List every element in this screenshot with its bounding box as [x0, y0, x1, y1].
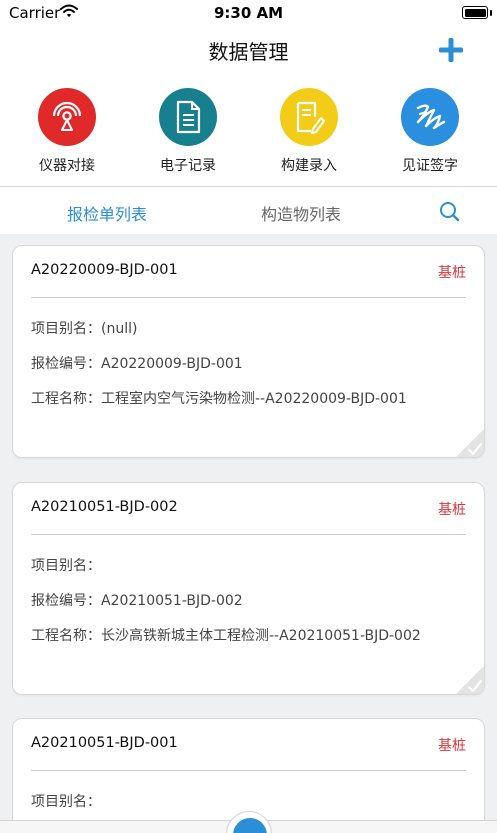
number-label: 报检编号：	[31, 593, 101, 609]
checked-corner-icon	[456, 666, 484, 694]
shortcut-label: 见证签字	[402, 158, 458, 174]
status-bar: Carrier 9:30 AM	[0, 0, 497, 26]
shortcut-label: 构建录入	[281, 158, 337, 174]
top-panel: Carrier 9:30 AM 数据管理 仪器对接 电子记录 构建录入 见证签字	[0, 0, 497, 186]
card-code: A20210051-BJD-001	[31, 735, 178, 751]
number-label: 报检编号：	[31, 356, 101, 372]
project-row: 工程名称：工程室内空气污染物检测--A20220009-BJD-001	[31, 388, 407, 408]
status-badge: 基桩	[438, 738, 466, 754]
project-label: 工程名称：	[31, 391, 101, 407]
plus-icon	[439, 38, 463, 62]
shortcut-label: 仪器对接	[39, 158, 95, 174]
inspection-card[interactable]: A20220009-BJD-001 基桩 项目别名：(null) 报检编号：A2…	[12, 245, 485, 458]
card-code: A20210051-BJD-002	[31, 499, 178, 515]
shortcut-build-entry[interactable]: 构建录入	[264, 88, 354, 178]
alias-label: 项目别名：	[31, 558, 101, 574]
card-divider	[31, 297, 466, 298]
add-button[interactable]	[435, 34, 467, 66]
clock: 9:30 AM	[213, 4, 284, 22]
project-value: 长沙高铁新城主体工程检测--A20210051-BJD-002	[101, 628, 421, 644]
status-badge: 基桩	[438, 265, 466, 281]
shortcut-instrument[interactable]: 仪器对接	[22, 88, 112, 178]
battery-tip	[490, 10, 492, 16]
alias-row: 项目别名：(null)	[31, 318, 137, 338]
alias-row: 项目别名：	[31, 555, 101, 575]
shortcut-e-record[interactable]: 电子记录	[143, 88, 233, 178]
card-divider	[31, 534, 466, 535]
tab-inspection-list[interactable]: 报检单列表	[67, 201, 147, 225]
tab-structure-list[interactable]: 构造物列表	[261, 201, 341, 225]
number-value: A20210051-BJD-002	[101, 593, 243, 609]
alias-label: 项目别名：	[31, 321, 101, 337]
alias-label: 项目别名：	[31, 794, 101, 810]
list-tabs: 报检单列表 构造物列表	[0, 186, 497, 234]
alias-value: (null)	[101, 321, 138, 337]
card-divider	[31, 770, 466, 771]
document-icon	[159, 88, 217, 146]
edit-document-icon	[280, 88, 338, 146]
battery-icon	[462, 6, 488, 19]
checked-corner-icon	[456, 429, 484, 457]
instrument-icon	[38, 88, 96, 146]
project-label: 工程名称：	[31, 628, 101, 644]
project-row: 工程名称：长沙高铁新城主体工程检测--A20210051-BJD-002	[31, 625, 421, 645]
signature-icon	[401, 88, 459, 146]
shortcut-witness-signature[interactable]: 见证签字	[385, 88, 475, 178]
shortcut-label: 电子记录	[160, 158, 216, 174]
inspection-card[interactable]: A20210051-BJD-002 基桩 项目别名： 报检编号：A2021005…	[12, 482, 485, 695]
page-title: 数据管理	[208, 40, 289, 64]
search-icon[interactable]	[438, 200, 460, 222]
fab-icon	[233, 818, 267, 833]
number-value: A20220009-BJD-001	[101, 356, 243, 372]
number-row: 报检编号：A20220009-BJD-001	[31, 353, 243, 373]
alias-row: 项目别名：	[31, 791, 101, 811]
project-value: 工程室内空气污染物检测--A20220009-BJD-001	[101, 391, 407, 407]
number-row: 报检编号：A20210051-BJD-002	[31, 590, 243, 610]
card-code: A20220009-BJD-001	[31, 262, 178, 278]
status-badge: 基桩	[438, 502, 466, 518]
